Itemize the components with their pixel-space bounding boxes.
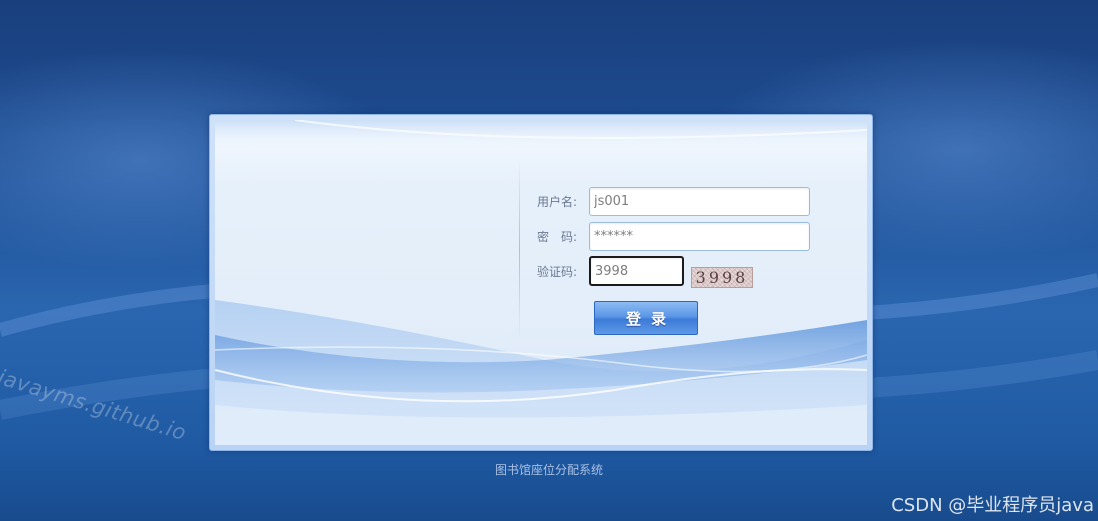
captcha-input[interactable]	[589, 256, 684, 286]
panel-divider	[519, 160, 520, 340]
login-panel: 用户名: 密 码: 验证码: 3998 登录	[215, 120, 867, 445]
username-label: 用户名:	[537, 195, 578, 209]
watermark-url: javayms.github.io	[0, 365, 190, 446]
csdn-watermark: CSDN @毕业程序员java	[891, 495, 1094, 516]
password-label: 密 码:	[537, 230, 578, 244]
username-input[interactable]	[589, 187, 810, 216]
captcha-image[interactable]: 3998	[691, 267, 753, 288]
login-frame: 用户名: 密 码: 验证码: 3998 登录	[209, 114, 873, 451]
password-input[interactable]	[589, 222, 810, 251]
footer-system-name: 图书馆座位分配系统	[494, 463, 603, 477]
login-button[interactable]: 登录	[594, 301, 698, 335]
captcha-label: 验证码:	[537, 265, 578, 279]
panel-wave-decoration	[215, 120, 867, 445]
